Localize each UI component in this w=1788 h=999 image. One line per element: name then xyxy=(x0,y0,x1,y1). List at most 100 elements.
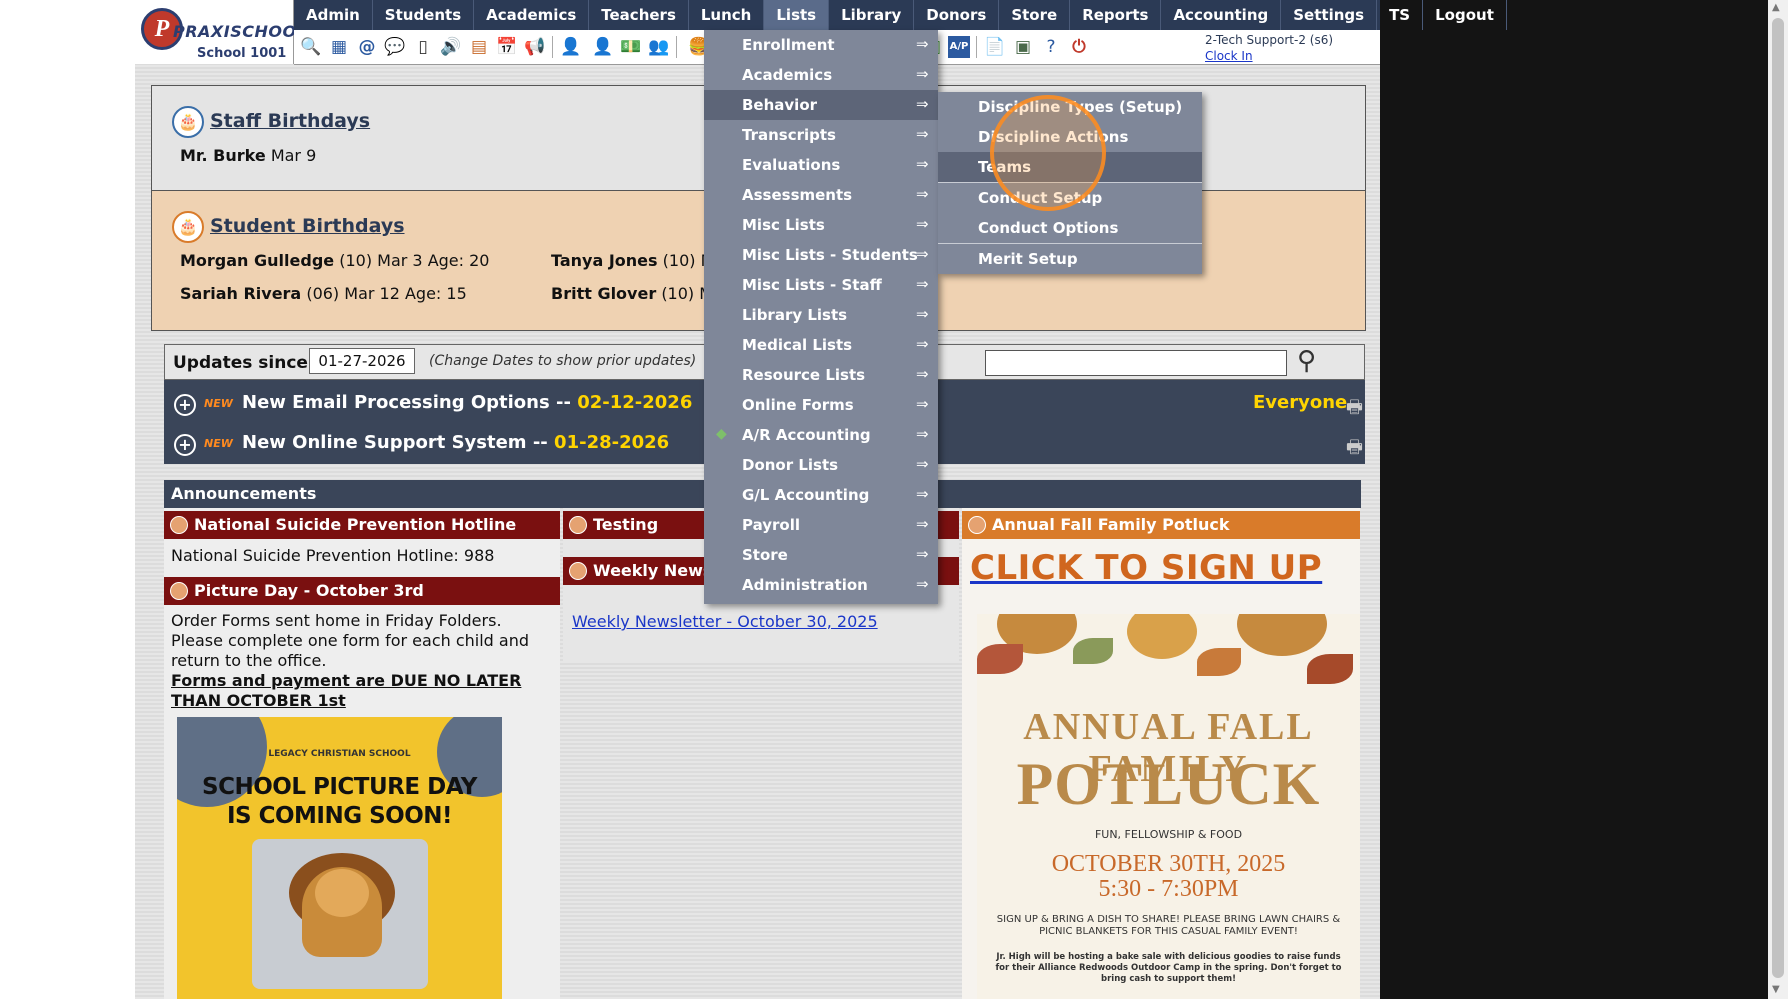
nav-logout[interactable]: Logout xyxy=(1423,0,1507,30)
nav-lists[interactable]: Lists xyxy=(764,0,830,30)
printer-icon[interactable]: 🖶 xyxy=(1346,435,1363,465)
speaker-icon[interactable]: 🔊 xyxy=(440,36,462,58)
help-icon[interactable]: ? xyxy=(1040,36,1062,58)
expand-plus-icon[interactable]: + xyxy=(174,394,196,416)
arrow-right-icon: ⇒ xyxy=(916,455,929,473)
nav-donors[interactable]: Donors xyxy=(914,0,1000,30)
nav-reports[interactable]: Reports xyxy=(1070,0,1162,30)
updates-search-input[interactable] xyxy=(985,350,1287,376)
calendar-grid-icon[interactable]: ▦ xyxy=(328,36,350,58)
staff-birthdays-title[interactable]: Staff Birthdays xyxy=(210,110,370,132)
poster-time: 5:30 - 7:30PM xyxy=(1098,876,1239,902)
menu-item-misc-lists-students[interactable]: Misc Lists - Students ⇒ xyxy=(704,240,938,270)
menu-item-evaluations[interactable]: Evaluations ⇒ xyxy=(704,150,938,180)
nav-admin[interactable]: Admin xyxy=(294,0,373,30)
menu-item-gl-accounting[interactable]: G/L Accounting ⇒ xyxy=(704,480,938,510)
toolbar-divider xyxy=(552,36,553,58)
update-title-text[interactable]: New Email Processing Options -- xyxy=(242,392,571,413)
nav-store[interactable]: Store xyxy=(999,0,1071,30)
pdf-icon[interactable]: 📄 xyxy=(984,36,1006,58)
email-icon[interactable]: @ xyxy=(356,36,378,58)
menu-item-library-lists[interactable]: Library Lists ⇒ xyxy=(704,300,938,330)
newsletter-link[interactable]: Weekly Newsletter - October 30, 2025 xyxy=(572,612,878,632)
scroll-up-arrow-icon[interactable]: ▲ xyxy=(1772,2,1780,13)
person-icon[interactable]: 👤 xyxy=(560,36,582,58)
ap-icon[interactable]: A/P xyxy=(948,36,970,58)
calendar-icon[interactable]: 📅 xyxy=(496,36,518,58)
submenu-item-merit-setup[interactable]: Merit Setup xyxy=(938,244,1202,274)
scrollbar-thumb[interactable] xyxy=(1772,18,1784,978)
money-icon: ◆ xyxy=(716,426,727,442)
arrow-right-icon: ⇒ xyxy=(916,215,929,233)
nav-library[interactable]: Library xyxy=(829,0,915,30)
announcement-line: return to the office. xyxy=(171,651,327,670)
logo-brand: PRAXISCHOOL xyxy=(173,22,308,41)
banner-letter: E xyxy=(110,232,124,256)
menu-item-transcripts[interactable]: Transcripts ⇒ xyxy=(704,120,938,150)
sign-up-link[interactable]: CLICK TO SIGN UP xyxy=(970,548,1322,588)
update-title-text[interactable]: New Online Support System -- xyxy=(242,432,548,453)
nav-teachers[interactable]: Teachers xyxy=(589,0,689,30)
chat-icon[interactable]: 💬 xyxy=(384,36,406,58)
announcement-title[interactable]: Weekly Newsl xyxy=(593,561,718,580)
praxischool-logo[interactable]: P PRAXISCHOOL School 1001 xyxy=(135,0,307,64)
update-title[interactable]: New Email Processing Options -- 02-12-20… xyxy=(242,392,692,413)
poster-date: OCTOBER 30TH, 2025 xyxy=(1051,851,1286,877)
announcement-title[interactable]: Testing xyxy=(593,515,658,534)
menu-item-administration[interactable]: Administration ⇒ xyxy=(704,570,938,600)
nav-settings[interactable]: Settings xyxy=(1281,0,1378,30)
announcements-vertical-banner: A N N O U N C E M E N T S xyxy=(104,64,130,376)
menu-item-online-forms[interactable]: Online Forms ⇒ xyxy=(704,390,938,420)
announcement-title[interactable]: Picture Day - October 3rd xyxy=(194,581,424,600)
arrow-right-icon: ⇒ xyxy=(916,95,929,113)
announcement-card-header[interactable]: Annual Fall Family Potluck xyxy=(962,511,1360,539)
nav-ts[interactable]: TS xyxy=(1377,0,1424,30)
announcement-emphasis: Forms and payment are DUE NO LATER xyxy=(171,671,522,690)
printer-money-icon[interactable]: ▣ xyxy=(1012,36,1034,58)
search-icon[interactable]: 🔍 xyxy=(300,36,322,58)
menu-item-assessments[interactable]: Assessments ⇒ xyxy=(704,180,938,210)
nav-students[interactable]: Students xyxy=(373,0,475,30)
announcement-card-header[interactable]: National Suicide Prevention Hotline xyxy=(164,511,560,539)
arrow-right-icon: ⇒ xyxy=(916,35,929,53)
menu-item-donor-lists[interactable]: Donor Lists ⇒ xyxy=(704,450,938,480)
menu-item-behavior[interactable]: Behavior ⇒ xyxy=(704,90,938,120)
announcement-body: Order Forms sent home in Friday Folders.… xyxy=(171,611,529,711)
group-icon[interactable]: 👥 xyxy=(648,36,670,58)
power-icon[interactable]: ⏻ xyxy=(1068,36,1090,58)
search-icon[interactable]: ⚲ xyxy=(1297,346,1316,376)
announcement-title[interactable]: Annual Fall Family Potluck xyxy=(992,515,1230,534)
phone-icon[interactable]: ▯ xyxy=(412,36,434,58)
announcement-card-header[interactable]: Picture Day - October 3rd xyxy=(164,577,560,605)
clock-in-link[interactable]: Clock In xyxy=(1205,49,1253,63)
updates-since-label: Updates since: xyxy=(173,353,315,373)
menu-item-misc-lists-staff[interactable]: Misc Lists - Staff ⇒ xyxy=(704,270,938,300)
printer-icon[interactable]: 🖶 xyxy=(1346,395,1363,425)
menu-item-academics[interactable]: Academics ⇒ xyxy=(704,60,938,90)
menu-item-misc-lists[interactable]: Misc Lists ⇒ xyxy=(704,210,938,240)
expand-plus-icon[interactable]: + xyxy=(174,434,196,456)
megaphone-icon[interactable]: 📢 xyxy=(524,36,546,58)
fall-potluck-poster: ANNUAL FALL FAMILY POTLUCK FUN, FELLOWSH… xyxy=(977,614,1360,999)
menu-item-resource-lists[interactable]: Resource Lists ⇒ xyxy=(704,360,938,390)
update-title[interactable]: New Online Support System -- 01-28-2026 xyxy=(242,432,669,453)
submenu-item-conduct-options[interactable]: Conduct Options xyxy=(938,213,1202,243)
teacher-icon[interactable]: 👤 xyxy=(592,36,614,58)
menu-item-ar-accounting[interactable]: ◆ A/R Accounting ⇒ xyxy=(704,420,938,450)
nav-accounting[interactable]: Accounting xyxy=(1161,0,1282,30)
money-icon[interactable]: 💵 xyxy=(620,36,642,58)
report-icon[interactable]: ▤ xyxy=(468,36,490,58)
menu-item-store[interactable]: Store ⇒ xyxy=(704,540,938,570)
poster-school-name: LEGACY CHRISTIAN SCHOOL xyxy=(268,749,411,759)
menu-item-medical-lists[interactable]: Medical Lists ⇒ xyxy=(704,330,938,360)
announcement-title[interactable]: National Suicide Prevention Hotline xyxy=(194,515,516,534)
updates-since-date-input[interactable]: 01-27-2026 xyxy=(309,348,415,374)
menu-item-payroll[interactable]: Payroll ⇒ xyxy=(704,510,938,540)
nav-academics[interactable]: Academics xyxy=(474,0,590,30)
scroll-down-arrow-icon[interactable]: ▼ xyxy=(1772,984,1780,995)
arrow-right-icon: ⇒ xyxy=(916,245,929,263)
student-birthdays-title[interactable]: Student Birthdays xyxy=(210,215,405,237)
nav-lunch[interactable]: Lunch xyxy=(689,0,765,30)
menu-item-enrollment[interactable]: Enrollment ⇒ xyxy=(704,30,938,60)
student-birthday-entry: Britt Glover (10) M xyxy=(551,284,713,303)
